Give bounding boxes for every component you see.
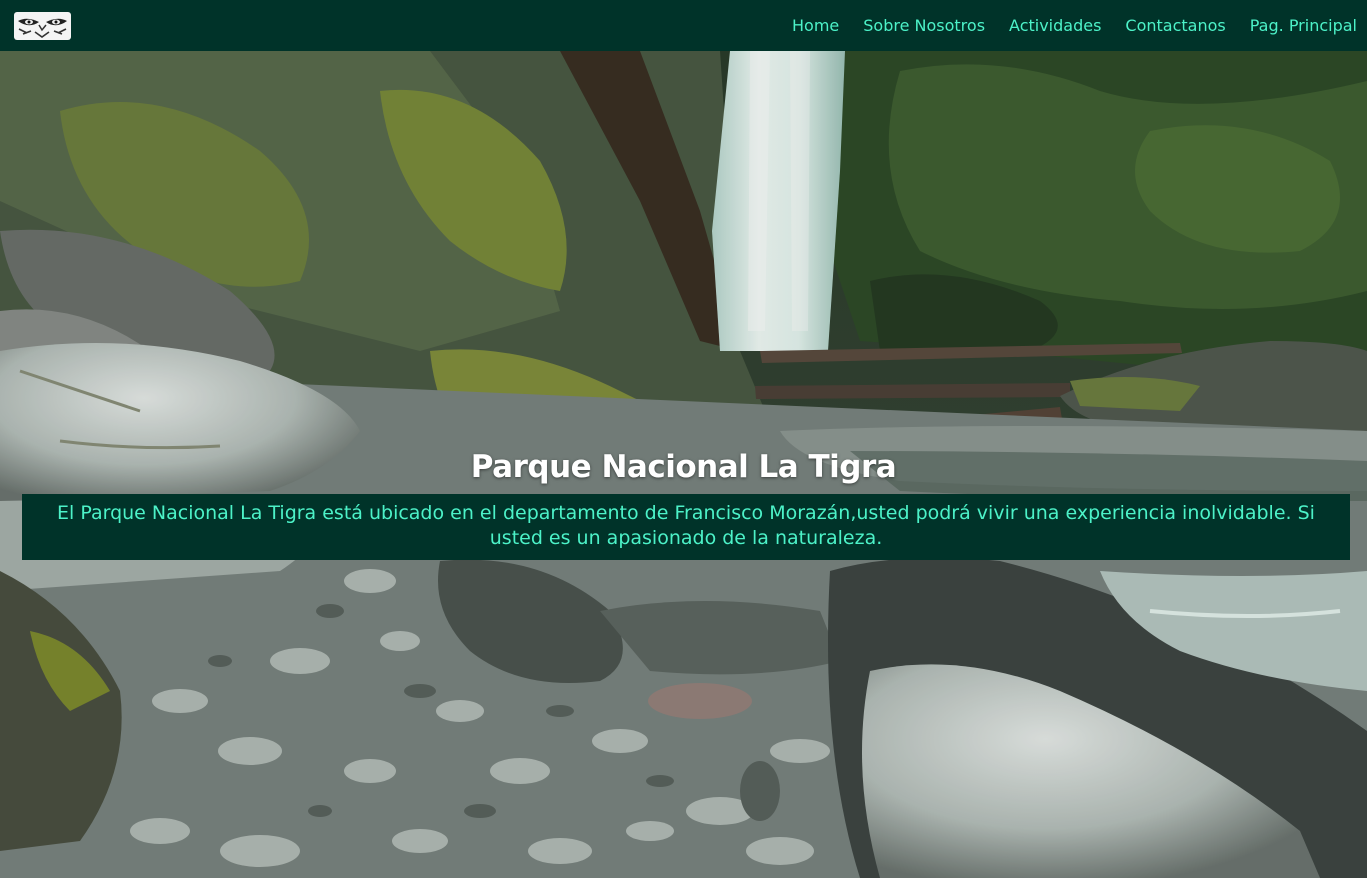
- nav-link-actividades[interactable]: Actividades: [1009, 16, 1101, 35]
- navbar: Home Sobre Nosotros Actividades Contacta…: [0, 0, 1367, 51]
- nav-link-home[interactable]: Home: [792, 16, 839, 35]
- hero-section: Parque Nacional La Tigra El Parque Nacio…: [0, 51, 1367, 878]
- hero-description: El Parque Nacional La Tigra está ubicado…: [22, 494, 1350, 560]
- nav-link-contactanos[interactable]: Contactanos: [1125, 16, 1225, 35]
- nav-link-pag-principal[interactable]: Pag. Principal: [1250, 16, 1357, 35]
- tiger-eyes-logo-icon: [15, 12, 70, 39]
- nav-link-sobre-nosotros[interactable]: Sobre Nosotros: [863, 16, 985, 35]
- hero-title: Parque Nacional La Tigra: [470, 449, 897, 485]
- main-nav: Home Sobre Nosotros Actividades Contacta…: [792, 16, 1357, 35]
- site-logo[interactable]: [14, 11, 71, 40]
